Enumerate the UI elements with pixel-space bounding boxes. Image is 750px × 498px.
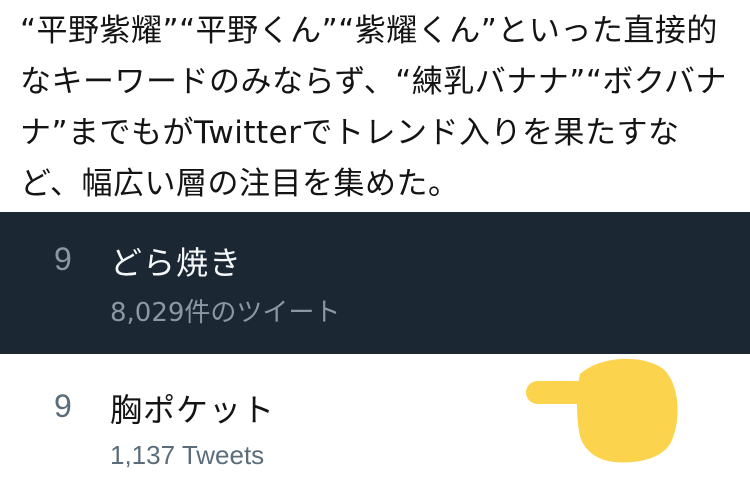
- article-line: “平野紫耀”“平野くん”“紫耀くん”といった直接的: [20, 13, 718, 49]
- trend-topic[interactable]: 胸ポケット: [110, 385, 275, 431]
- trend-tweet-count: 1,137 Tweets: [110, 440, 265, 470]
- article-excerpt: “平野紫耀”“平野くん”“紫耀くん”といった直接的 なキーワードのみならず、“練…: [0, 0, 750, 212]
- article-line: ナ”までもがTwitterでトレンド入りを果たすな: [20, 115, 680, 151]
- article-paragraph: “平野紫耀”“平野くん”“紫耀くん”といった直接的 なキーワードのみならず、“練…: [20, 6, 738, 210]
- trend-tweet-count: 8,029件のツイート: [110, 298, 341, 328]
- trend-rank: 9: [54, 241, 72, 277]
- trend-item-dorayaki[interactable]: 9 どら焼き 8,029件のツイート: [0, 212, 750, 354]
- article-line: なキーワードのみならず、“練乳バナナ”“ボクバナ: [20, 64, 727, 100]
- backhand-index-pointing-right-icon: [526, 358, 678, 463]
- trend-rank: 9: [54, 388, 72, 424]
- trend-topic[interactable]: どら焼き: [110, 238, 242, 284]
- article-line: ど、幅広い層の注目を集めた。: [20, 166, 460, 202]
